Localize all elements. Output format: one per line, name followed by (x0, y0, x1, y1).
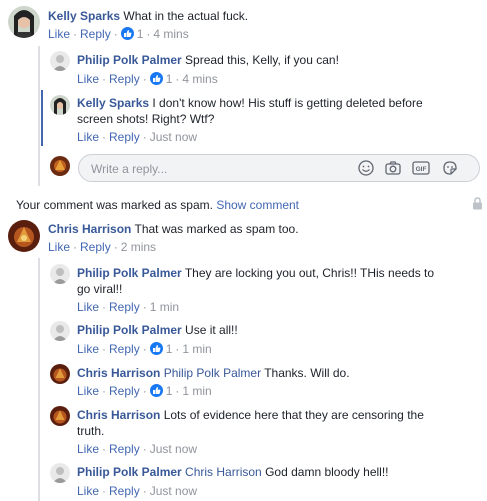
reply-link[interactable]: Reply (109, 384, 140, 398)
timestamp[interactable]: 2 mins (121, 240, 156, 254)
reply-link[interactable]: Reply (109, 130, 140, 144)
avatar-philip-polk-palmer[interactable] (50, 463, 70, 483)
comment-text: Philip Polk Palmer Chris Harrison God da… (77, 464, 389, 480)
sticker-icon[interactable] (441, 159, 459, 180)
camera-icon[interactable] (384, 159, 402, 180)
like-reaction-icon[interactable] (149, 342, 163, 355)
comment-body: What in the actual fuck. (123, 9, 249, 23)
comment-text: Philip Polk Palmer They are locking you … (77, 265, 477, 297)
reply-link[interactable]: Reply (109, 484, 140, 498)
comment-actions: Like · Reply · 2 mins (48, 240, 157, 254)
mention-link[interactable]: Chris Harrison (185, 465, 262, 479)
reply-link[interactable]: Reply (109, 300, 140, 314)
comment-body-line1: Lots of evidence here that they are cens… (163, 408, 424, 422)
avatar-current-user (50, 156, 70, 176)
timestamp[interactable]: 4 mins (182, 72, 217, 86)
comment-author[interactable]: Chris Harrison (77, 408, 160, 422)
mention-link[interactable]: Philip Polk Palmer (164, 366, 261, 380)
comment-body-line1: They are locking you out, Chris!! THis n… (184, 266, 435, 280)
like-link[interactable]: Like (77, 384, 99, 398)
comment-actions: Like · Reply · 1 · 4 mins (48, 27, 189, 41)
comment-body-line2: go viral!! (77, 282, 123, 296)
comment-actions: Like · Reply · Just now (77, 484, 198, 498)
avatar-philip-polk-palmer[interactable] (50, 264, 70, 284)
comment-text: Chris Harrison That was marked as spam t… (48, 221, 299, 237)
comment-actions: Like · Reply · 1 · 4 mins (77, 72, 218, 86)
lock-icon (472, 197, 483, 213)
comment-actions: Like · Reply · Just now (77, 130, 198, 144)
comment-body: Use it all!! (185, 323, 238, 337)
reply-link[interactable]: Reply (109, 342, 140, 356)
comment-text: Kelly Sparks What in the actual fuck. (48, 8, 248, 24)
reply-link[interactable]: Reply (109, 72, 140, 86)
like-link[interactable]: Like (77, 442, 99, 456)
comment-body-line2: screen shots! Right? Wtf? (77, 112, 215, 126)
like-link[interactable]: Like (48, 27, 70, 41)
comment-text: Kelly Sparks I don't know how! His stuff… (77, 95, 477, 127)
like-reaction-icon[interactable] (149, 72, 163, 85)
comment-body-line1: I don't know how! His stuff is getting d… (152, 96, 423, 110)
timestamp[interactable]: 1 min (150, 300, 179, 314)
reply-link[interactable]: Reply (109, 442, 140, 456)
like-reaction-icon[interactable] (149, 384, 163, 397)
like-link[interactable]: Like (48, 240, 70, 254)
comment-actions: Like · Reply · Just now (77, 442, 198, 456)
comment-body-line2: truth. (77, 424, 105, 438)
timestamp[interactable]: Just now (150, 484, 197, 498)
like-link[interactable]: Like (77, 484, 99, 498)
comment-body: Spread this, Kelly, if you can! (185, 53, 339, 67)
avatar-chris-harrison[interactable] (50, 364, 70, 384)
like-reaction-icon[interactable] (120, 27, 134, 40)
spam-notice: Your comment was marked as spam. Show co… (16, 198, 299, 212)
reply-link[interactable]: Reply (80, 27, 111, 41)
timestamp[interactable]: 1 min (182, 384, 211, 398)
highlight-bar (41, 90, 43, 146)
comment-actions: Like · Reply · 1 min (77, 300, 180, 314)
avatar-philip-polk-palmer[interactable] (50, 321, 70, 341)
avatar-philip-polk-palmer[interactable] (50, 51, 70, 71)
comment-body: That was marked as spam too. (134, 222, 299, 236)
comment-text: Philip Polk Palmer Spread this, Kelly, i… (77, 52, 339, 68)
gif-icon[interactable]: GIF (411, 159, 431, 180)
comment-author[interactable]: Chris Harrison (48, 222, 131, 236)
avatar-kelly-sparks[interactable] (50, 95, 70, 115)
avatar-kelly-sparks[interactable] (8, 6, 40, 38)
svg-text:GIF: GIF (416, 166, 427, 173)
comment-actions: Like · Reply · 1 · 1 min (77, 384, 212, 398)
spam-notice-text: Your comment was marked as spam. (16, 198, 213, 212)
reply-thread-line (38, 46, 40, 186)
comment-text: Philip Polk Palmer Use it all!! (77, 322, 238, 338)
reply-link[interactable]: Reply (80, 240, 111, 254)
timestamp[interactable]: Just now (150, 442, 197, 456)
avatar-chris-harrison[interactable] (50, 406, 70, 426)
like-link[interactable]: Like (77, 72, 99, 86)
comment-author[interactable]: Kelly Sparks (77, 96, 149, 110)
comment-body: Thanks. Will do. (264, 366, 350, 380)
comment-author[interactable]: Kelly Sparks (48, 9, 120, 23)
comment-author[interactable]: Philip Polk Palmer (77, 465, 182, 479)
like-link[interactable]: Like (77, 130, 99, 144)
avatar-chris-harrison[interactable] (8, 220, 40, 252)
comment-author[interactable]: Philip Polk Palmer (77, 266, 182, 280)
show-comment-link[interactable]: Show comment (216, 198, 299, 212)
comment-actions: Like · Reply · 1 · 1 min (77, 342, 212, 356)
comment-author[interactable]: Chris Harrison (77, 366, 160, 380)
reply-placeholder: Write a reply... (91, 162, 168, 176)
comment-text: Chris Harrison Lots of evidence here tha… (77, 407, 477, 439)
timestamp[interactable]: 1 min (182, 342, 211, 356)
timestamp[interactable]: 4 mins (153, 27, 188, 41)
comment-text: Chris Harrison Philip Polk Palmer Thanks… (77, 365, 350, 381)
reply-input[interactable]: Write a reply... GIF (78, 154, 480, 182)
emoji-icon[interactable] (357, 159, 375, 180)
reply-thread-line (38, 258, 40, 501)
like-link[interactable]: Like (77, 300, 99, 314)
comment-author[interactable]: Philip Polk Palmer (77, 53, 182, 67)
like-link[interactable]: Like (77, 342, 99, 356)
comment-body: God damn bloody hell!! (265, 465, 389, 479)
comment-author[interactable]: Philip Polk Palmer (77, 323, 182, 337)
timestamp[interactable]: Just now (150, 130, 197, 144)
